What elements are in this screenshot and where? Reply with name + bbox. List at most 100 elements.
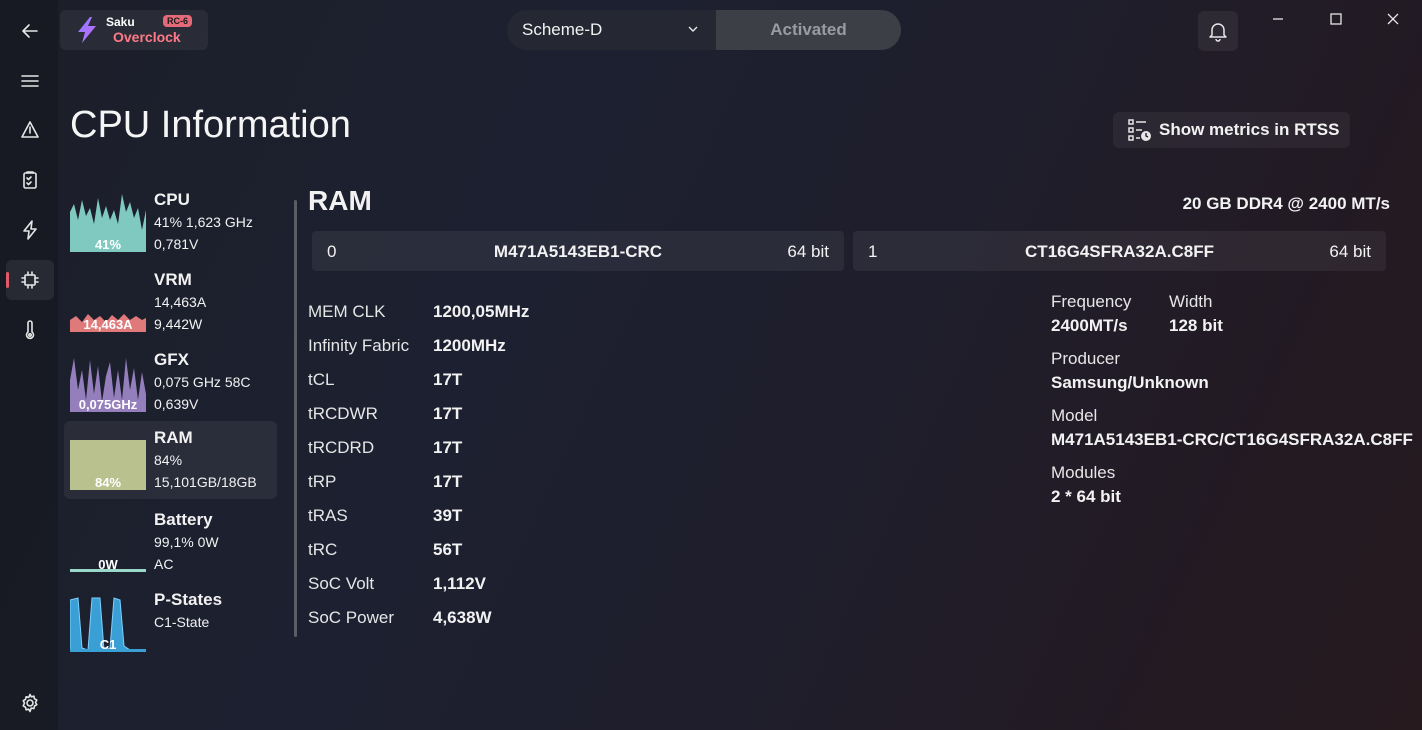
timing-label: SoC Power bbox=[308, 608, 394, 627]
monitor-line2: 9,442W bbox=[154, 316, 203, 332]
memory-module-0: 0 M471A5143EB1-CRC 64 bit bbox=[312, 231, 844, 271]
model-value: M471A5143EB1-CRC/CT16G4SFRA32A.C8FF bbox=[1051, 430, 1413, 449]
activate-button[interactable]: Activated bbox=[716, 10, 901, 50]
rtss-button[interactable]: Show metrics in RTSS bbox=[1113, 112, 1350, 148]
producer-label: Producer bbox=[1051, 349, 1120, 368]
modules-value: 2 * 64 bit bbox=[1051, 487, 1121, 506]
clipboard-icon bbox=[23, 171, 37, 189]
cpu-usage-graph: 41% bbox=[70, 190, 146, 252]
monitor-name: GFX bbox=[154, 350, 189, 369]
nav-item-warning[interactable] bbox=[6, 110, 54, 150]
monitor-pstates[interactable]: C1 P-States C1-State bbox=[64, 583, 277, 661]
pstates-graph: C1 bbox=[70, 590, 146, 652]
monitor-name: Battery bbox=[154, 510, 213, 529]
monitor-name: P-States bbox=[154, 590, 223, 609]
version-badge: RC-6 bbox=[163, 15, 193, 27]
scheme-value: Scheme-D bbox=[522, 20, 603, 39]
vrm-graph-label: 14,463A bbox=[83, 317, 133, 332]
vrm-graph: 14,463A bbox=[70, 270, 146, 332]
settings-button[interactable] bbox=[6, 683, 54, 723]
bell-icon bbox=[1209, 23, 1227, 42]
app-name-line1: Saku bbox=[106, 15, 135, 29]
app-logo: Saku RC-6 Overclock bbox=[60, 10, 208, 50]
nav-item-power[interactable] bbox=[6, 210, 54, 250]
monitor-line2: AC bbox=[154, 556, 174, 572]
close-button[interactable] bbox=[1382, 8, 1404, 30]
timing-value: 17T bbox=[433, 472, 463, 491]
module-width: 64 bit bbox=[1329, 242, 1371, 261]
monitor-line2: 15,101GB/18GB bbox=[154, 474, 257, 490]
timing-value: 1,112V bbox=[433, 574, 486, 593]
modules-label: Modules bbox=[1051, 463, 1116, 482]
timing-label: tRC bbox=[308, 540, 338, 559]
nav-item-checklist[interactable] bbox=[6, 160, 54, 200]
pstates-graph-label: C1 bbox=[99, 637, 117, 652]
timing-value: 4,638W bbox=[433, 608, 492, 627]
module-part-number: CT16G4SFRA32A.C8FF bbox=[1025, 242, 1214, 261]
timing-label: Infinity Fabric bbox=[308, 336, 410, 355]
monitor-line1: 84% bbox=[154, 452, 183, 468]
module-width: 64 bit bbox=[787, 242, 829, 261]
timing-value: 56T bbox=[433, 540, 463, 559]
timing-value: 17T bbox=[433, 370, 463, 389]
producer-value: Samsung/Unknown bbox=[1051, 373, 1209, 392]
monitor-battery[interactable]: 0W Battery 99,1% 0W AC bbox=[64, 503, 277, 581]
chevron-down-icon bbox=[688, 26, 698, 32]
back-button[interactable] bbox=[6, 11, 54, 51]
timing-label: SoC Volt bbox=[308, 574, 375, 593]
notifications-button[interactable] bbox=[1198, 11, 1238, 51]
thermometer-icon bbox=[25, 320, 35, 340]
frequency-label: Frequency bbox=[1051, 292, 1132, 311]
gear-icon bbox=[22, 693, 38, 713]
nav-item-temperature[interactable] bbox=[6, 310, 54, 350]
hamburger-icon bbox=[21, 75, 39, 87]
ram-graph-label: 84% bbox=[94, 475, 122, 490]
app-name-line2: Overclock bbox=[113, 29, 181, 45]
timing-label: tRAS bbox=[308, 506, 348, 525]
monitor-line2: 0,639V bbox=[154, 396, 199, 412]
bolt-logo-icon bbox=[78, 17, 96, 43]
monitor-cpu[interactable]: 41% CPU 41% 1,623 GHz 0,781V bbox=[64, 183, 277, 261]
monitor-line1: 41% 1,623 GHz bbox=[154, 214, 253, 230]
maximize-button[interactable] bbox=[1325, 8, 1347, 30]
nav-sidebar bbox=[0, 0, 58, 730]
chip-icon bbox=[21, 271, 39, 289]
minimize-button[interactable] bbox=[1267, 8, 1289, 30]
cpu-graph-label: 41% bbox=[94, 237, 122, 252]
timing-value: 17T bbox=[433, 438, 463, 457]
monitor-line1: 0,075 GHz 58C bbox=[154, 374, 251, 390]
gfx-graph-label: 0,075GHz bbox=[78, 397, 138, 412]
monitor-line1: 99,1% 0W bbox=[154, 534, 219, 550]
monitor-name: VRM bbox=[154, 270, 192, 289]
metrics-list-icon bbox=[1128, 119, 1151, 141]
monitor-ram[interactable]: 84% RAM 84% 15,101GB/18GB bbox=[64, 421, 277, 499]
battery-graph-label: 0W bbox=[98, 557, 118, 572]
maximize-icon bbox=[1330, 13, 1342, 25]
monitor-line1: C1-State bbox=[154, 614, 210, 630]
monitor-name: RAM bbox=[154, 428, 193, 447]
panel-divider[interactable] bbox=[294, 200, 297, 637]
monitor-vrm[interactable]: 14,463A VRM 14,463A 9,442W bbox=[64, 263, 277, 341]
triangle-alert-icon bbox=[21, 121, 39, 138]
monitor-gfx[interactable]: 0,075GHz GFX 0,075 GHz 58C 0,639V bbox=[64, 343, 277, 421]
page-title: CPU Information bbox=[70, 104, 351, 146]
section-heading: RAM bbox=[308, 185, 372, 216]
lightning-icon bbox=[23, 220, 37, 240]
gfx-graph: 0,075GHz bbox=[70, 350, 146, 412]
frequency-value: 2400MT/s bbox=[1051, 316, 1128, 335]
scheme-dropdown[interactable]: Scheme-D bbox=[507, 10, 717, 50]
memory-module-1: 1 CT16G4SFRA32A.C8FF 64 bit bbox=[853, 231, 1386, 271]
monitor-line1: 14,463A bbox=[154, 294, 207, 310]
menu-button[interactable] bbox=[6, 61, 54, 101]
timing-label: tRCDWR bbox=[308, 404, 378, 423]
ram-graph: 84% bbox=[70, 428, 146, 490]
timing-value: 17T bbox=[433, 404, 463, 423]
timing-value: 39T bbox=[433, 506, 463, 525]
nav-item-cpu-info[interactable] bbox=[6, 260, 54, 300]
width-value: 128 bit bbox=[1169, 316, 1223, 335]
minimize-icon bbox=[1273, 18, 1283, 20]
timing-label: tRP bbox=[308, 472, 337, 491]
width-label: Width bbox=[1169, 292, 1213, 311]
timing-label: tCL bbox=[308, 370, 335, 389]
monitor-line2: 0,781V bbox=[154, 236, 199, 252]
